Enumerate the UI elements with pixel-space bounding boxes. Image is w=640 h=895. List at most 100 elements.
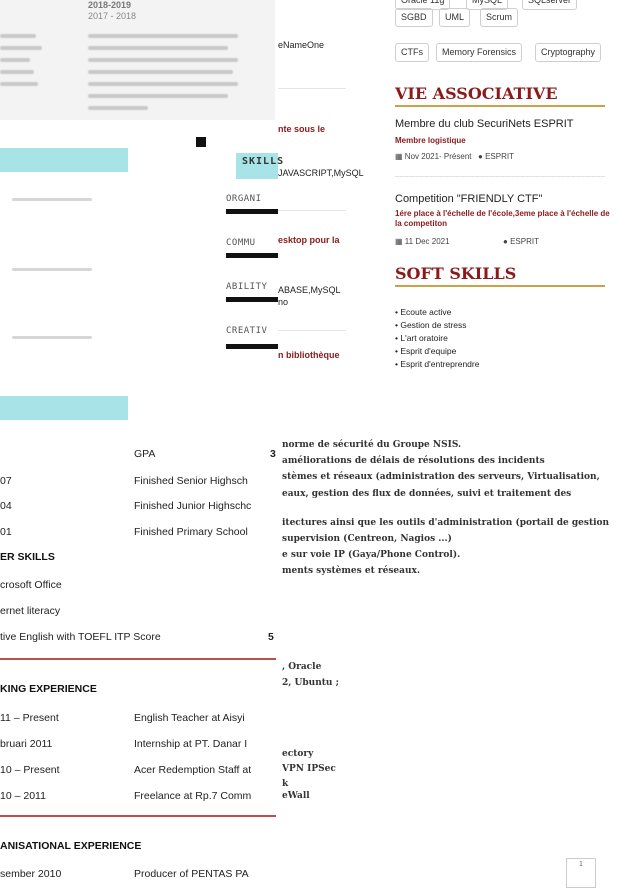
strip-separator — [278, 330, 346, 331]
strip-separator — [278, 88, 346, 89]
tag-pill: Memory Forensics — [436, 43, 523, 62]
skill-label: COMMU — [226, 238, 256, 248]
section-rule — [0, 815, 276, 817]
soft-skill-item: • Gestion de stress — [395, 320, 467, 330]
education-text: Finished Primary School — [134, 526, 248, 538]
other-skill-item: tive English with TOEFL ITP Score — [0, 631, 161, 643]
serif-text-line: , Oracle — [282, 662, 322, 672]
tag-pill: SGBD — [395, 8, 433, 27]
strip-text: JAVASCRIPT,MySQL — [278, 168, 364, 178]
location-pin-icon: ● — [503, 237, 508, 246]
work-period: 11 – Present — [0, 712, 59, 724]
working-experience-title: KING EXPERIENCE — [0, 683, 97, 695]
org-text: Producer of PENTAS PA — [134, 868, 249, 880]
strip-text: eNameOne — [278, 40, 325, 50]
blurred-line — [88, 106, 148, 110]
organisational-experience-title: ANISATIONAL EXPERIENCE — [0, 840, 142, 852]
skill-bar — [226, 209, 278, 214]
soft-skill-item: • L'art oratoire — [395, 333, 448, 343]
assoc-date-text: 11 Dec 2021 — [404, 237, 450, 246]
tag-pill: Scrum — [480, 8, 519, 27]
serif-text-line: itectures ainsi que les outils d'adminis… — [282, 518, 610, 528]
soft-skill-item: • Esprit d'equipe — [395, 346, 457, 356]
blurred-resume-fragment: 2018-2019 2017 - 2018 — [0, 0, 275, 120]
faint-line — [12, 268, 92, 271]
skill-label: ABILITY — [226, 282, 268, 292]
serif-text-line: stèmes et réseaux (administration des se… — [282, 472, 600, 482]
blurred-sub-label: 2017 - 2018 — [88, 11, 137, 21]
assoc-entry-title: Competition "FRIENDLY CTF" — [395, 193, 543, 205]
serif-text-line: améliorations de délais de résolutions d… — [282, 456, 545, 466]
serif-text-line: norme de sécurité du Groupe NSIS. — [282, 440, 462, 450]
strip-text: no — [278, 297, 289, 307]
blurred-year-label: 2018-2019 — [88, 0, 132, 10]
assoc-place-text: ESPRIT — [510, 237, 539, 246]
black-square-icon — [196, 137, 206, 147]
blurred-line — [0, 46, 42, 50]
section-underline — [395, 285, 605, 287]
calendar-icon: ▦ — [395, 152, 403, 161]
assoc-entry-place: ● ESPRIT — [503, 237, 539, 246]
strip-text-red: n bibliothèque — [278, 350, 340, 360]
section-rule — [0, 658, 276, 660]
serif-text-line: k — [282, 779, 289, 789]
other-skill-item: crosoft Office — [0, 579, 62, 591]
assoc-entry-role: 1ére place à l'échelle de l'école,3eme p… — [395, 209, 610, 228]
strip-separator — [278, 210, 346, 211]
blurred-line — [0, 82, 38, 86]
assoc-entry-title: Membre du club SecuriNets ESPRIT — [395, 118, 574, 130]
page-number: 1 — [566, 858, 596, 888]
education-text: Finished Junior Highschc — [134, 500, 252, 512]
assoc-entry-role: Membre logistique — [395, 136, 466, 145]
gpa-value: 3 — [270, 448, 276, 460]
education-year: 01 — [0, 526, 12, 538]
serif-text-line: 2, Ubuntu ; — [282, 678, 339, 688]
section-underline — [395, 105, 605, 107]
blurred-line — [0, 70, 34, 74]
work-period: 10 – 2011 — [0, 790, 46, 802]
gpa-label: GPA — [134, 448, 156, 460]
serif-text-line: supervision (Centreon, Nagios ...) — [282, 534, 452, 544]
work-text: Acer Redemption Staff at — [134, 764, 252, 776]
blurred-line — [88, 34, 238, 38]
strip-text-red: esktop pour la — [278, 235, 340, 245]
tag-pill: UML — [439, 8, 471, 27]
teal-footer-bar — [0, 396, 128, 420]
education-year: 07 — [0, 475, 12, 487]
assoc-entry-date: ▦ 11 Dec 2021 — [395, 237, 450, 246]
vie-associative-title: VIE ASSOCIATIVE — [395, 84, 558, 103]
blurred-line — [88, 46, 228, 50]
other-skills-title: ER SKILLS — [0, 551, 55, 563]
strip-text-red: nte sous le — [278, 124, 326, 134]
blurred-line — [88, 82, 238, 86]
serif-text-line: ectory — [282, 749, 314, 759]
faint-line — [12, 336, 92, 339]
assoc-entry-place: ● ESPRIT — [478, 152, 514, 161]
assoc-place-text: ESPRIT — [485, 152, 514, 161]
skill-bar — [226, 253, 278, 258]
tag-pill: CTFs — [395, 43, 429, 62]
serif-text-line: VPN IPSec — [282, 764, 336, 774]
work-text: English Teacher at Aisyi — [134, 712, 245, 724]
blurred-line — [0, 58, 30, 62]
blurred-line — [88, 70, 233, 74]
blurred-line — [88, 94, 228, 98]
work-text: Freelance at Rp.7 Comm — [134, 790, 252, 802]
blurred-line — [0, 34, 36, 38]
location-pin-icon: ● — [478, 152, 483, 161]
serif-text-line: eWall — [282, 791, 310, 801]
education-year: 04 — [0, 500, 12, 512]
work-period: bruari 2011 — [0, 738, 53, 750]
soft-skill-item: • Ecoute active — [395, 307, 452, 317]
soft-skill-item: • Esprit d'entreprendre — [395, 359, 480, 369]
serif-text-line: eaux, gestion des flux de données, suivi… — [282, 489, 572, 499]
soft-skills-title: SOFT SKILLS — [395, 264, 517, 283]
skill-label: ORGANI — [226, 194, 262, 204]
skills-title: SKILLS — [242, 156, 285, 167]
teal-header-bar — [0, 148, 128, 172]
blurred-line — [88, 58, 238, 62]
skill-bar — [226, 344, 278, 349]
toefl-value: 5 — [268, 631, 274, 643]
assoc-entry-date: ▦ Nov 2021- Présent — [395, 152, 472, 161]
education-text: Finished Senior Highsch — [134, 475, 248, 487]
